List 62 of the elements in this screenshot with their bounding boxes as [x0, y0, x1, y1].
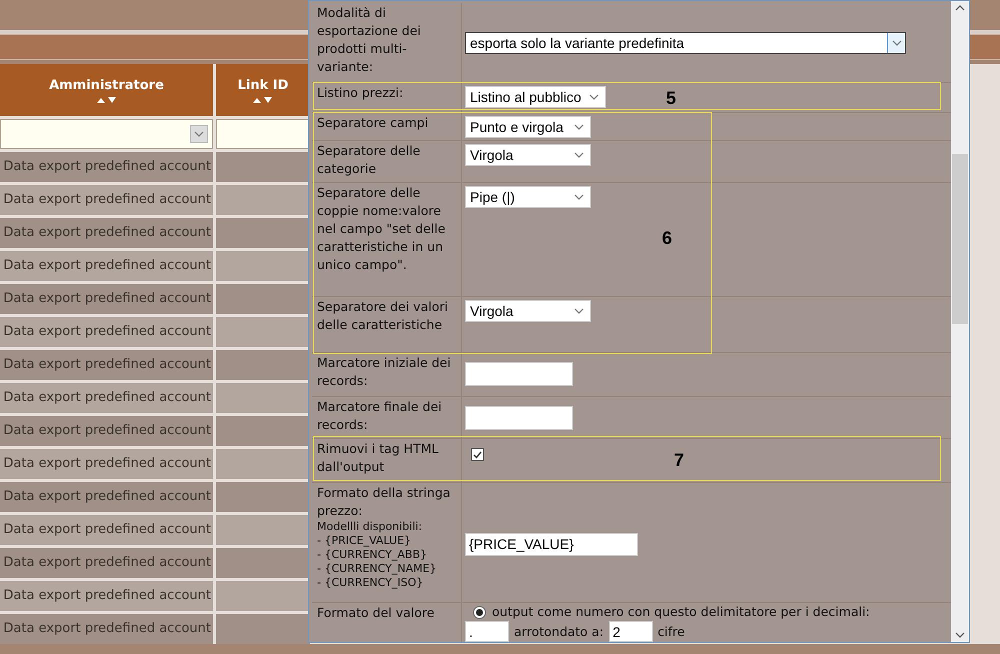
checkbox[interactable] [471, 448, 484, 461]
field-label: Separatore dei valori delle caratteristiche [317, 298, 449, 334]
table-cell: Data export predefined account [0, 515, 213, 545]
chevron-down-icon [574, 194, 584, 200]
text-input[interactable] [465, 406, 573, 430]
table-cell: Data export predefined account [0, 416, 213, 446]
delimiter-input[interactable]: . [465, 621, 509, 642]
table-cell: Data export predefined account [0, 284, 213, 314]
field-label: Separatore delle coppie nome:valore nel campo "set delle caratteristiche in un unico campo". [317, 184, 446, 274]
table-cell: Data export predefined account [0, 383, 213, 413]
sort-arrows-icon[interactable] [96, 96, 118, 104]
scroll-thumb[interactable] [952, 154, 968, 324]
field-label: Separatore campi [317, 114, 430, 132]
chevron-down-icon [589, 94, 600, 100]
unit-label: cifre [658, 624, 685, 640]
field-label: Marcatore iniziale dei records: [317, 354, 452, 390]
chevron-down-icon [574, 124, 584, 130]
table-cell: Data export predefined account [0, 350, 213, 380]
table-cell: Data export predefined account [0, 449, 213, 479]
dropdown-select[interactable]: Pipe (|) [465, 186, 591, 208]
scrollbar[interactable] [951, 1, 969, 642]
field-label: Formato della stringa prezzo: [317, 484, 452, 520]
price-format-input[interactable]: {PRICE_VALUE} [465, 532, 638, 556]
field-label: Modalità di esportazione dei prodotti multi-variante: [317, 4, 422, 76]
table-cell: Data export predefined account [0, 152, 213, 182]
scroll-up-icon[interactable] [955, 5, 965, 11]
annotation-number: 5 [666, 87, 676, 110]
table-cell: Data export predefined account [0, 581, 213, 611]
column-header[interactable]: Amministratore [0, 64, 213, 116]
digits-input[interactable]: 2 [608, 621, 653, 642]
template-hints: Modellli disponibili: - {PRICE_VALUE} - {CURRENCY_ABB} - {CURRENCY_NAME} - {CURRENCY_ISO} [317, 520, 438, 590]
field-label: Formato del valore [317, 604, 436, 622]
sort-arrows-icon[interactable] [252, 96, 274, 104]
table-cell: Data export predefined account [0, 218, 213, 248]
table-cell: Data export predefined account [0, 548, 213, 578]
table-cell: Data export predefined account [0, 482, 213, 512]
column-header[interactable]: Link ID [216, 64, 310, 116]
chevron-down-icon [892, 40, 902, 46]
table-cell: Data export predefined account [0, 251, 213, 281]
field-label: Separatore delle categorie [317, 142, 422, 178]
dropdown-select[interactable]: Punto e virgola [465, 116, 591, 138]
dropdown-select[interactable]: Virgola [465, 300, 591, 322]
chevron-down-icon [194, 131, 204, 137]
text-input[interactable] [465, 362, 573, 386]
rounding-label: arrotondato a: [514, 624, 604, 640]
table-cell: Data export predefined account [0, 317, 213, 347]
table-cell: Data export predefined account [0, 614, 213, 644]
scroll-down-icon[interactable] [955, 632, 965, 638]
option-label: output come numero con questo delimitatore per i decimali: [492, 604, 870, 620]
annotation-number: 7 [674, 449, 684, 472]
checkmark-icon [473, 450, 482, 458]
dropdown-select[interactable]: Listino al pubblico [465, 86, 606, 108]
table-cell: Data export predefined account [0, 185, 213, 215]
dropdown-select[interactable]: esporta solo la variante predefinita [465, 32, 906, 54]
field-label: Rimuovi i tag HTML dall'output [317, 440, 440, 476]
annotation-number: 6 [662, 227, 672, 250]
chevron-down-icon [574, 308, 584, 314]
field-label: Marcatore finale dei records: [317, 398, 443, 434]
radio-button[interactable] [473, 606, 486, 618]
dropdown-select[interactable]: Virgola [465, 144, 591, 166]
chevron-down-icon [574, 152, 584, 158]
field-label: Listino prezzi: [317, 84, 404, 102]
